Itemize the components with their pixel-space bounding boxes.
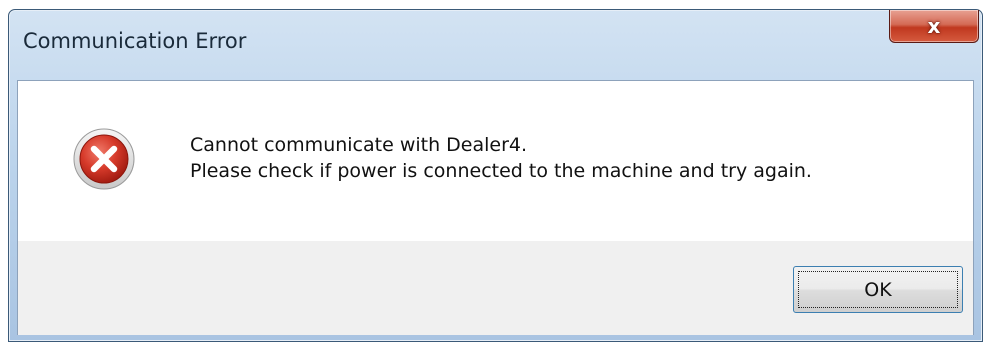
window-title: Communication Error	[23, 29, 247, 53]
message-line-1: Cannot communicate with Dealer4.	[190, 134, 528, 156]
message-line-2: Please check if power is connected to th…	[190, 160, 812, 182]
ok-button[interactable]: OK	[793, 266, 963, 313]
title-bar[interactable]: Communication Error x	[9, 10, 982, 70]
dialog-window: Communication Error x Cannot communicate…	[8, 9, 983, 342]
close-button[interactable]: x	[889, 10, 979, 43]
message-area: Cannot communicate with Dealer4. Please …	[18, 81, 973, 241]
dialog-body: Cannot communicate with Dealer4. Please …	[17, 80, 974, 335]
button-bar: OK	[18, 241, 973, 335]
ok-button-label: OK	[864, 278, 892, 301]
error-message: Cannot communicate with Dealer4. Please …	[190, 132, 812, 184]
close-icon: x	[927, 14, 941, 38]
error-icon	[73, 128, 135, 190]
